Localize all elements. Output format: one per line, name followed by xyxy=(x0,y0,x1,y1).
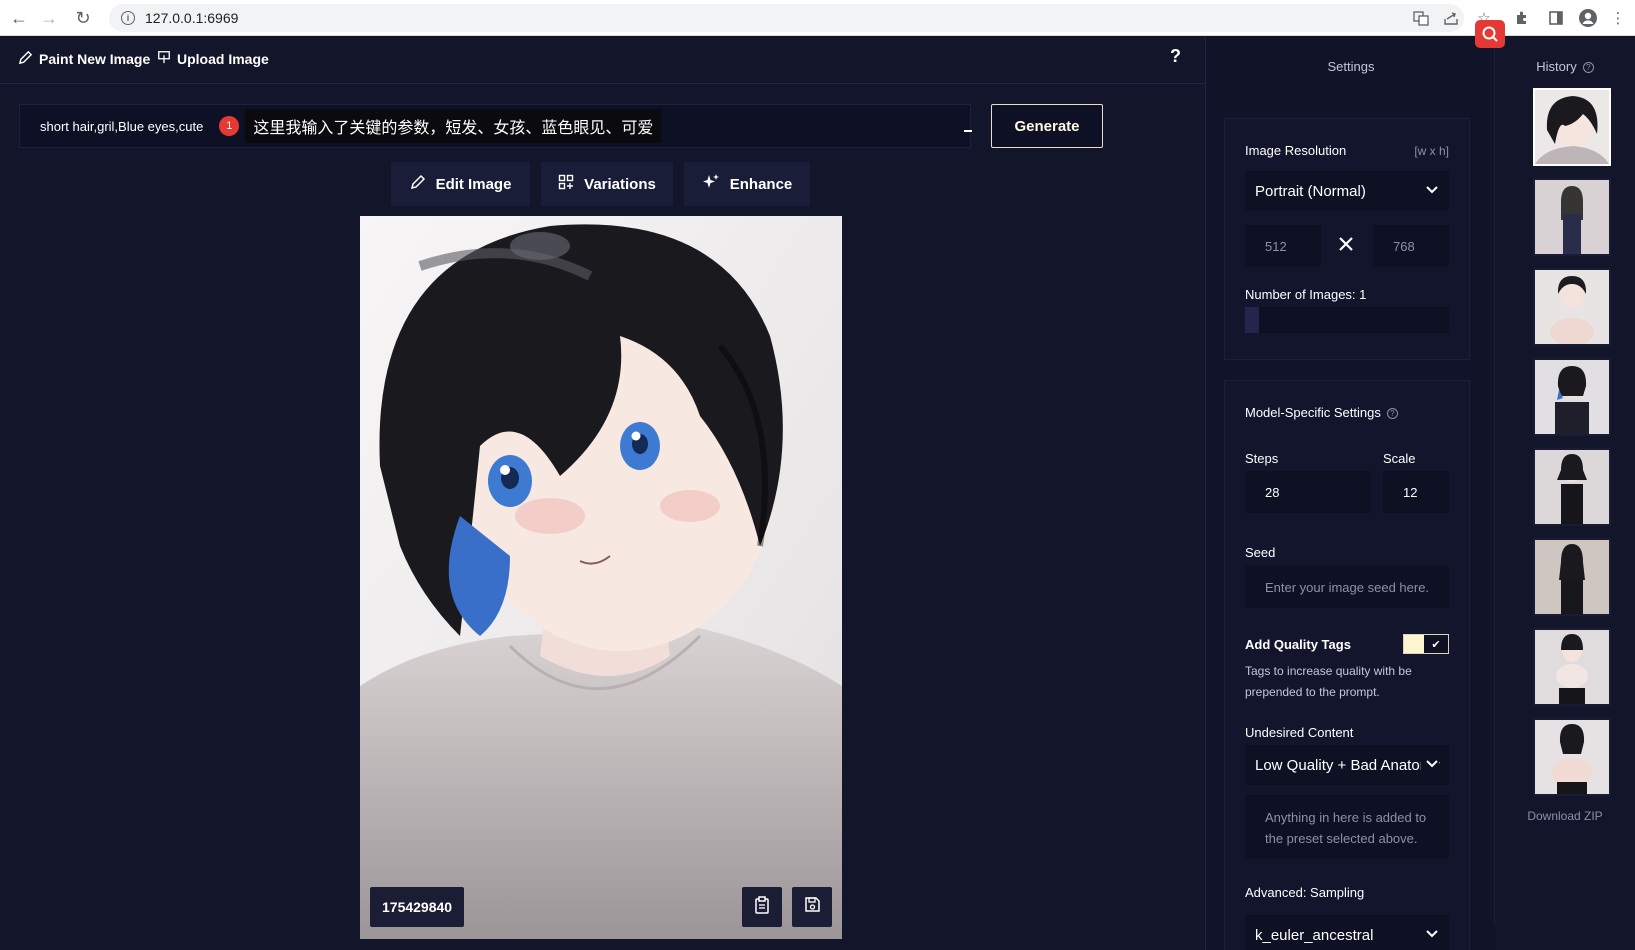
help-circle-icon: ? xyxy=(1386,408,1398,420)
annotation-badge: 1 xyxy=(219,116,240,136)
help-button[interactable]: ? xyxy=(1170,46,1181,67)
app-header: Paint New Image Upload Image ? xyxy=(0,36,1205,84)
pencil-icon xyxy=(18,50,33,68)
enhance-label: Enhance xyxy=(729,175,793,193)
settings-title: Settings xyxy=(1327,59,1375,74)
search-extension-icon[interactable] xyxy=(1475,20,1505,48)
save-image-button[interactable] xyxy=(792,887,832,927)
number-of-images-label: Number of Images: 1 xyxy=(1245,287,1367,302)
clipboard-icon xyxy=(754,895,770,919)
history-thumbnail[interactable] xyxy=(1533,268,1611,346)
pencil-icon xyxy=(410,174,426,194)
history-thumbnail[interactable] xyxy=(1533,628,1611,706)
number-of-images-slider[interactable] xyxy=(1245,307,1449,333)
history-thumbnail[interactable] xyxy=(1533,538,1611,616)
back-icon[interactable]: ← xyxy=(8,7,30,29)
checkmark-icon: ✔ xyxy=(1424,635,1448,653)
edit-image-button[interactable]: Edit Image xyxy=(391,162,530,206)
url-text: 127.0.0.1:6969 xyxy=(145,10,239,26)
resolution-hint: [w x h] xyxy=(1414,144,1449,158)
history-thumbnail[interactable] xyxy=(1533,718,1611,796)
generate-button[interactable]: Generate xyxy=(991,104,1103,148)
multiply-icon xyxy=(1337,235,1355,258)
undesired-content-textarea[interactable]: Anything in here is added to the preset … xyxy=(1245,795,1449,859)
sparkle-icon xyxy=(702,173,720,195)
paint-new-image-label: Paint New Image xyxy=(39,51,151,67)
sampling-select[interactable]: k_euler_ancestral xyxy=(1245,915,1449,950)
anime-portrait-illustration xyxy=(360,216,842,939)
width-input[interactable]: 512 xyxy=(1245,225,1321,267)
advanced-sampling-label: Advanced: Sampling xyxy=(1245,885,1365,900)
image-resolution-label: Image Resolution xyxy=(1245,143,1347,158)
steps-label: Steps xyxy=(1245,451,1279,466)
undesired-content-select[interactable]: Low Quality + Bad Anatomy xyxy=(1245,745,1449,785)
prompt-input[interactable]: short hair,gril,Blue eyes,cute 1 这里我输入了关… xyxy=(19,104,971,148)
undesired-content-label: Undesired Content xyxy=(1245,725,1354,740)
history-thumbnail[interactable] xyxy=(1533,178,1611,256)
chevron-down-icon xyxy=(1425,183,1439,201)
slider-thumb[interactable] xyxy=(1245,307,1259,333)
steps-input[interactable]: 28 xyxy=(1245,471,1371,513)
quality-tags-description: Tags to increase quality with be prepend… xyxy=(1245,664,1412,699)
undesired-selected: Low Quality + Bad Anatomy xyxy=(1255,756,1440,774)
chevron-down-icon xyxy=(1421,757,1439,775)
annotation-note: 这里我输入了关键的参数，短发、女孩、蓝色眼见、可爱 xyxy=(245,109,662,143)
seed-input[interactable]: Enter your image seed here. xyxy=(1245,566,1449,608)
enhance-button[interactable]: Enhance xyxy=(684,162,810,206)
history-panel: History? Download ZIP xyxy=(1495,36,1635,950)
save-icon xyxy=(804,896,821,918)
prompt-text: short hair,gril,Blue eyes,cute xyxy=(40,118,204,134)
translate-icon[interactable] xyxy=(1411,8,1431,28)
upload-image-label: Upload Image xyxy=(177,50,269,67)
quality-tags-toggle[interactable]: ✔ xyxy=(1403,634,1449,654)
grid-plus-icon xyxy=(558,174,574,194)
variations-label: Variations xyxy=(584,175,656,193)
upload-image-button[interactable]: Upload Image xyxy=(157,50,269,67)
side-panel-icon[interactable] xyxy=(1546,8,1566,28)
model-settings-card: Model-Specific Settings? Steps Scale 28 … xyxy=(1224,380,1470,950)
help-circle-icon: ? xyxy=(1582,62,1594,74)
share-icon[interactable] xyxy=(1441,8,1461,28)
model-settings-label: Model-Specific Settings? xyxy=(1245,405,1398,420)
extensions-icon[interactable] xyxy=(1512,8,1532,28)
variations-button[interactable]: Variations xyxy=(541,162,673,206)
scale-label: Scale xyxy=(1383,451,1416,466)
toggle-on-fill xyxy=(1404,635,1424,653)
add-quality-tags-label: Add Quality Tags xyxy=(1245,637,1351,652)
download-zip-button[interactable]: Download ZIP xyxy=(1495,809,1635,823)
sampling-selected: k_euler_ancestral xyxy=(1255,926,1374,944)
number-of-images-value: 1 xyxy=(1359,287,1367,302)
scale-input[interactable]: 12 xyxy=(1383,471,1449,513)
settings-panel: Settings Image Resolution [w x h] Portra… xyxy=(1205,36,1495,950)
upload-icon xyxy=(157,50,171,67)
copy-to-clipboard-button[interactable] xyxy=(742,887,782,927)
forward-icon[interactable]: → xyxy=(38,7,60,29)
history-thumbnail[interactable] xyxy=(1533,448,1611,526)
prompt-caret xyxy=(964,130,972,132)
generated-image: 175429840 xyxy=(360,216,842,939)
height-input[interactable]: 768 xyxy=(1373,225,1449,267)
address-bar[interactable]: i 127.0.0.1:6969 xyxy=(109,4,1464,32)
paint-new-image-button[interactable]: Paint New Image xyxy=(18,50,150,68)
edit-image-label: Edit Image xyxy=(435,175,512,193)
history-thumbnail[interactable] xyxy=(1533,358,1611,436)
reload-icon[interactable]: ↻ xyxy=(72,7,94,29)
seed-badge[interactable]: 175429840 xyxy=(370,887,465,927)
resolution-card: Image Resolution [w x h] Portrait (Norma… xyxy=(1224,118,1470,360)
browser-toolbar: ← → ↻ i 127.0.0.1:6969 ☆ ⋮ xyxy=(0,0,1635,36)
seed-label: Seed xyxy=(1245,545,1276,560)
resolution-select[interactable]: Portrait (Normal) xyxy=(1245,171,1449,211)
profile-avatar-icon[interactable] xyxy=(1578,8,1598,28)
chevron-down-icon xyxy=(1425,927,1439,945)
resolution-selected: Portrait (Normal) xyxy=(1255,182,1366,200)
site-info-icon[interactable]: i xyxy=(121,11,135,25)
history-title: History? xyxy=(1495,59,1635,74)
browser-menu-icon[interactable]: ⋮ xyxy=(1608,8,1628,28)
history-thumbnail[interactable] xyxy=(1533,88,1611,166)
